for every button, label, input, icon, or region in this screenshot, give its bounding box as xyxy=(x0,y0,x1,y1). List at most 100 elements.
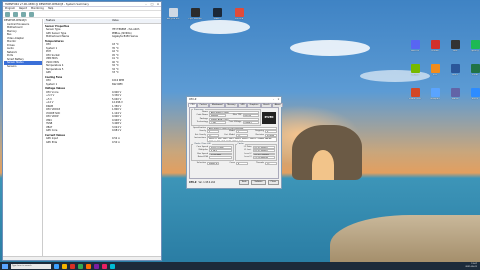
taskbar-app-icon[interactable] xyxy=(94,263,99,269)
desktop-icon-label: Word xyxy=(452,74,458,76)
rated-fsb xyxy=(209,155,232,159)
menu-monitoring[interactable]: Monitoring xyxy=(31,7,44,10)
close-icon[interactable]: × xyxy=(276,98,281,101)
menu-program[interactable]: Program xyxy=(5,7,15,10)
taskbar-app-icon[interactable] xyxy=(78,263,83,269)
sensors-icon[interactable] xyxy=(21,12,26,17)
desktop-icon[interactable]: Zoom xyxy=(465,88,480,101)
value-cell: Gigabyte B450 Series xyxy=(112,35,138,38)
desktop-icon[interactable]: PowerPoint xyxy=(405,88,425,101)
taskbar-apps xyxy=(51,263,115,269)
feature-cell: GPU PCIe xyxy=(46,140,58,144)
desktop-icon[interactable]: Notepad xyxy=(425,88,445,101)
feature-cell: GPU Core xyxy=(46,129,58,132)
table-row[interactable]: GPU Core 0.681 V xyxy=(44,129,161,133)
desktop-icon[interactable]: Word xyxy=(445,64,465,77)
app-icon xyxy=(450,40,460,49)
app-icon xyxy=(450,88,460,97)
cpuz-titlebar[interactable]: CPU-Z – × xyxy=(187,97,281,102)
taskbar-app-icon[interactable] xyxy=(70,263,75,269)
threads: 12 xyxy=(265,161,277,165)
taskbar-app-icon[interactable] xyxy=(110,263,115,269)
taskbar-app-icon[interactable] xyxy=(62,263,67,269)
taskbar-app-icon[interactable] xyxy=(86,263,91,269)
instructions: MMX(+), SSE, SSE2, SSE3, SSSE3, SSE4.1, … xyxy=(207,137,277,143)
hwinfo-grid: Feature Value Sensor Properties Sensor Ty… xyxy=(44,19,161,256)
close-icon[interactable]: × xyxy=(155,2,161,6)
desktop-icon[interactable]: Steam xyxy=(207,8,227,21)
cpuz-version: Ver. 1.95.0.x64 xyxy=(198,180,215,184)
start-icon[interactable] xyxy=(2,263,8,269)
app-icon xyxy=(430,88,440,97)
hwinfo-window: HWiNFO64 v7.00-4380 @ DESKTOP-CMS4XJ3 - … xyxy=(2,1,162,261)
feature-cell: GPU xyxy=(46,71,52,74)
desktop-icon[interactable]: Excel xyxy=(465,64,480,77)
cpuz-title: CPU-Z xyxy=(189,97,197,101)
desktop-icon-label: Discord xyxy=(410,50,420,52)
app-icon xyxy=(470,40,480,49)
cores: 6 xyxy=(236,161,248,165)
desktop-icon-label: Epic Games xyxy=(188,18,202,20)
desktop-icon[interactable]: Spotify xyxy=(465,40,480,53)
desktop-icon[interactable]: Discord xyxy=(405,40,425,53)
desktop-icon-label: Notepad xyxy=(430,98,440,100)
desktop-icon[interactable]: VLC xyxy=(425,64,445,77)
tree-item[interactable]: Sensors xyxy=(4,65,42,69)
desktop-icon[interactable]: Epic Games xyxy=(185,8,205,21)
technology: 7 nm xyxy=(209,121,226,124)
specification: AMD Ryzen 5 3600 6-Core Processor xyxy=(207,127,277,130)
table-row[interactable]: Motherboard Name Gigabyte B450 Series xyxy=(44,35,161,39)
app-icon xyxy=(212,8,222,17)
about-icon[interactable] xyxy=(29,12,34,17)
hwinfo-tree: DESKTOP-CMS4XJ3 Central Processors Motherb… xyxy=(3,19,43,256)
cpuz-brand: CPU-Z xyxy=(189,180,197,184)
desktop-icon-label: VLC xyxy=(432,74,438,76)
col-feature[interactable]: Feature xyxy=(44,19,112,23)
ext-model: 71 xyxy=(236,133,248,137)
processor-group: Processor Name AMD Ryzen 5 3600 Code Name… xyxy=(191,108,261,127)
desktop-icon-label: OBS xyxy=(452,50,458,52)
hwinfo-statusbar xyxy=(3,256,161,260)
desktop-icon-label: Teams xyxy=(451,98,459,100)
taskbar-search[interactable]: Type here to search xyxy=(11,263,51,269)
desktop-icon-label: Spotify xyxy=(471,50,479,52)
save-report-icon[interactable] xyxy=(5,12,10,17)
validate-button[interactable]: Validate xyxy=(251,179,266,185)
summary-icon[interactable] xyxy=(13,12,18,17)
app-icon xyxy=(450,64,460,73)
col-value[interactable]: Value xyxy=(112,19,161,23)
table-row[interactable]: GPU 33 °C xyxy=(44,71,161,75)
taskbar-app-icon[interactable] xyxy=(102,263,107,269)
tools-button[interactable]: Tools xyxy=(238,179,250,185)
l1-data: 6 x 32 KBytes xyxy=(252,145,275,149)
cloud xyxy=(190,20,250,34)
desktop-icon-label: Recycle Bin xyxy=(166,18,180,20)
taskbar: Type here to search 13:07 2021-05-21 xyxy=(0,262,480,270)
desktop-icon[interactable]: Recycle Bin xyxy=(163,8,183,21)
close-button[interactable]: Close xyxy=(267,179,279,185)
desktop-icon[interactable]: Chrome xyxy=(229,8,249,21)
desktop-icon[interactable]: OBS xyxy=(445,40,465,53)
desktop-icon-label: NVIDIA xyxy=(411,74,419,76)
table-row[interactable]: System 1 692 RPM xyxy=(44,83,161,87)
system-tray-clock[interactable]: 13:07 2021-05-21 xyxy=(465,263,477,268)
app-icon xyxy=(430,64,440,73)
feature-cell: Motherboard Name xyxy=(46,35,70,38)
l1-inst: 6 x 32 KBytes xyxy=(252,149,275,152)
desktop-icon[interactable]: Teams xyxy=(445,88,465,101)
desktop-icon-label: Adobe xyxy=(431,50,439,52)
menu-report[interactable]: Report xyxy=(19,7,27,10)
desktop-icon[interactable]: Adobe xyxy=(425,40,445,53)
ryzen-logo: RYZEN xyxy=(262,111,276,124)
family: F xyxy=(207,130,219,134)
desktop-icon[interactable]: NVIDIA xyxy=(405,64,425,77)
value-cell: 0.50 A xyxy=(112,140,120,144)
menu-help[interactable]: Help xyxy=(48,7,53,10)
desktop-icon-label: Excel xyxy=(472,74,478,76)
desktop-icon-label: PowerPoint xyxy=(408,98,422,100)
socket-select[interactable]: Socket #1 xyxy=(207,161,219,165)
app-icon xyxy=(430,40,440,49)
table-row[interactable]: GPU PCIe 0.50 A xyxy=(44,141,161,145)
app-icon xyxy=(234,8,244,17)
taskbar-app-icon[interactable] xyxy=(54,263,59,269)
